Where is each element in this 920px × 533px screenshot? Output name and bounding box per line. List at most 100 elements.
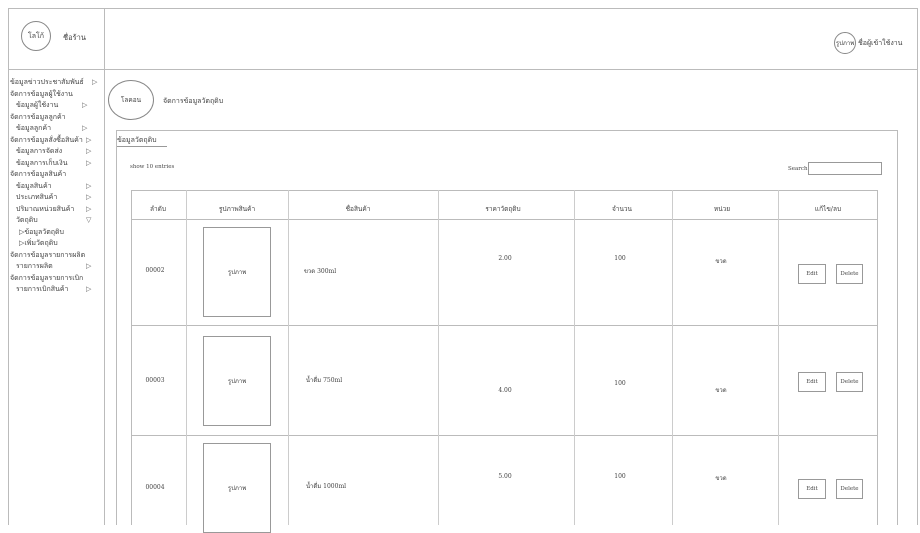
row-id: 00004 [145,484,165,491]
chevron-right-icon: ▷ [86,204,92,213]
product-image-label: รูปภาพ [227,269,247,276]
edit-button[interactable]: Edit [798,264,826,284]
material-price: 5.00 [498,473,512,480]
sidebar-item-label: ข้อมูลข่าวประชาสัมพันธ์ [10,78,84,86]
sidebar-item-withdrawals[interactable]: รายการเบิกสินค้า ▷ [9,284,104,296]
sidebar-item-label: วัตถุดิบ [16,216,38,224]
page-title: จัดการข้อมูลวัตถุดิบ [163,97,224,105]
chevron-right-icon: ▷ [86,262,92,270]
chevron-right-icon: ▷ [82,101,88,109]
chevron-right-icon: ▷ [86,158,92,167]
sidebar-item-production[interactable]: รายการผลิต ▷ [9,261,104,273]
sidebar-item-label: ข้อมูลการจัดส่ง [16,147,63,155]
table-row-divider [131,325,878,326]
search-input[interactable] [808,162,882,175]
table-column-divider [672,190,673,525]
product-name: น้ำดื่ม 750ml [305,377,343,384]
material-qty: 100 [614,473,626,480]
product-image-label: รูปภาพ [227,485,247,492]
table-row-divider [131,435,878,436]
sidebar-item-shipping[interactable]: ข้อมูลการจัดส่ง ▷ [9,146,104,158]
material-unit: ขวด [715,475,727,482]
column-header: รูปภาพสินค้า [218,205,256,213]
chevron-right-icon: ▷ [86,285,92,293]
column-header: แก้ไข/ลบ [814,205,842,213]
logo-text: โลโก้ [27,31,45,40]
sidebar-item-label: ข้อมูลสินค้า [16,181,52,190]
material-qty: 100 [614,380,626,387]
sidebar-item-label: ปริมาณหน่วยสินค้า [16,204,75,213]
sidebar-item-customers[interactable]: ข้อมูลลูกค้า ▷ [9,123,104,135]
delete-button[interactable]: Delete [836,264,863,284]
delete-button[interactable]: Delete [836,372,863,392]
sidebar-divider [104,9,105,525]
chevron-right-icon: ▷ [82,124,88,132]
sidebar-item-payment[interactable]: ข้อมูลการเก็บเงิน ▷ [9,158,104,170]
table-column-divider [288,190,289,525]
panel-title-underline [117,146,167,147]
edit-button[interactable]: Edit [798,479,826,499]
sidebar-item-products[interactable]: ข้อมูลสินค้า ▷ [9,181,104,193]
sidebar-item-label: จัดการข้อมูลรายการเบิก [10,273,84,282]
header-divider [9,69,917,70]
chevron-right-icon: ▷ [86,135,92,144]
table-column-divider [778,190,779,525]
user-name[interactable]: ชื่อผู้เข้าใช้งาน [858,38,902,49]
table-column-divider [438,190,439,525]
sidebar-item-manage-withdrawals[interactable]: จัดการข้อมูลรายการเบิก [9,273,104,285]
table-header-divider [131,219,878,220]
column-header: จำนวน [612,205,632,213]
product-name: ขวด 300ml [303,268,337,275]
sidebar-item-label: ▷ข้อมูลวัตถุดิบ [19,227,64,236]
product-image: รูปภาพ [203,443,271,533]
sidebar-item-manage-orders[interactable]: จัดการข้อมูลสั่งซื้อสินค้า ▷ [9,135,104,147]
user-avatar-text: รูปภาพ [835,40,855,47]
column-header: ราคาวัตถุดิบ [485,205,521,213]
material-price: 2.00 [498,255,512,262]
sidebar-item-product-types[interactable]: ประเภทสินค้า ▷ [9,192,104,204]
material-unit: ขวด [715,258,727,265]
sidebar-item-news[interactable]: ข้อมูลข่าวประชาสัมพันธ์ ▷ [9,77,104,89]
sidebar-item-manage-users[interactable]: จัดการข้อมูลผู้ใช้งาน [9,89,104,101]
table-column-divider [574,190,575,525]
material-qty: 100 [614,255,626,262]
sidebar-item-manage-customers[interactable]: จัดการข้อมูลลูกค้า [9,112,104,124]
delete-button[interactable]: Delete [836,479,863,499]
sidebar-item-users[interactable]: ข้อมูลผู้ใช้งาน ▷ [9,100,104,112]
sidebar-item-manage-products[interactable]: จัดการข้อมูลสินค้า [9,169,104,181]
sidebar-item-add-material[interactable]: ▷เพิ่มวัตถุดิบ [9,238,104,250]
search-label: Search: [788,166,810,172]
sidebar-item-materials[interactable]: วัตถุดิบ ▽ [9,215,104,227]
table-column-divider [186,190,187,525]
sidebar-item-label: จัดการข้อมูลลูกค้า [10,112,66,121]
panel-title: ข้อมูลวัตถุดิบ [117,136,157,144]
sidebar-item-label: รายการผลิต [16,262,53,270]
sidebar-item-material-info[interactable]: ▷ข้อมูลวัตถุดิบ [9,227,104,239]
shop-name: ชื่อร้าน [63,33,86,42]
chevron-right-icon: ▷ [86,147,92,155]
sidebar-item-label: ข้อมูลผู้ใช้งาน [16,101,59,109]
logo[interactable]: โลโก้ [21,21,51,51]
sidebar-item-label: จัดการข้อมูลรายการผลิต [10,250,86,259]
product-image: รูปภาพ [203,336,271,426]
row-id: 00002 [145,267,165,274]
sidebar-item-manage-production[interactable]: จัดการข้อมูลรายการผลิต [9,250,104,262]
content-icon-text: โลคอน [120,96,142,104]
material-unit: ขวด [715,387,727,394]
edit-button[interactable]: Edit [798,372,826,392]
chevron-down-icon: ▽ [86,216,92,224]
user-avatar[interactable]: รูปภาพ [834,32,856,54]
sidebar-item-label: ข้อมูลการเก็บเงิน [16,158,68,167]
column-header: ลำดับ [150,205,166,213]
material-price: 4.00 [498,387,512,394]
sidebar: ข้อมูลข่าวประชาสัมพันธ์ ▷ จัดการข้อมูลผู้… [9,69,104,296]
show-entries-selector[interactable]: show 10 entries [130,164,174,170]
product-image-label: รูปภาพ [227,378,247,385]
chevron-right-icon: ▷ [86,181,92,190]
sidebar-item-product-units[interactable]: ปริมาณหน่วยสินค้า ▷ [9,204,104,216]
content-icon-circle: โลคอน [108,80,154,120]
product-name: น้ำดื่ม 1000ml [305,483,347,490]
row-id: 00003 [145,377,165,384]
chevron-right-icon: ▷ [86,193,92,201]
sidebar-item-label: ประเภทสินค้า [16,193,58,201]
